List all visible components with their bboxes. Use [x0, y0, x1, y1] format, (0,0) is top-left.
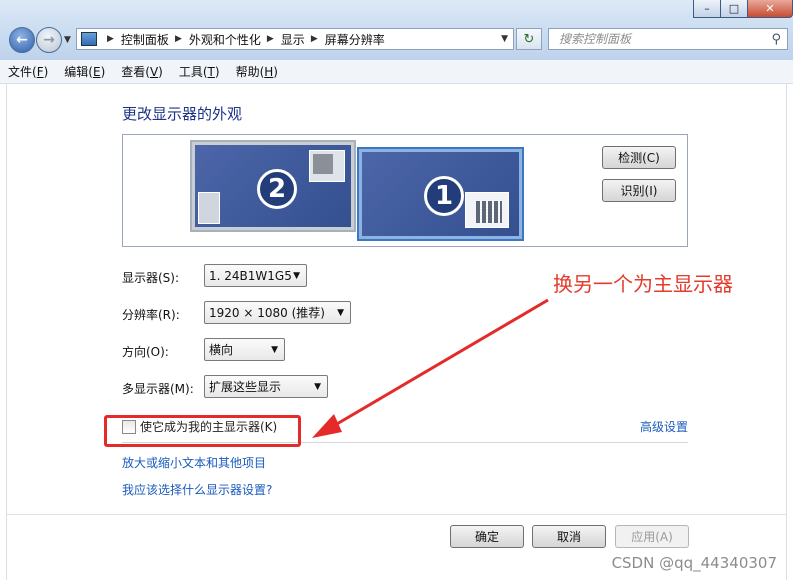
title-bar: – □ ✕ ← → ▼ ▶ 控制面板 ▶ 外观和个性化 ▶ 显示 ▶ 屏幕分辨率…	[0, 0, 793, 60]
resolution-select[interactable]: 1920 × 1080 (推荐) ▼	[204, 301, 351, 324]
advanced-settings-link[interactable]: 高级设置	[640, 418, 688, 435]
monitor-1[interactable]: 1	[357, 147, 524, 241]
primary-display-option[interactable]: 使它成为我的主显示器(K)	[122, 418, 277, 435]
breadcrumb-separator-icon[interactable]: ▶	[175, 34, 182, 44]
monitor-number-1: 1	[424, 176, 464, 216]
primary-display-label[interactable]: 使它成为我的主显示器(K)	[140, 418, 277, 435]
search-input[interactable]	[557, 31, 761, 47]
window-controls: – □ ✕	[693, 0, 793, 20]
breadcrumb-separator-icon: ▶	[107, 34, 114, 44]
multiple-displays-select[interactable]: 扩展这些显示 ▼	[204, 375, 328, 398]
monitor-1-screen: 1	[362, 152, 519, 236]
breadcrumb-separator-icon[interactable]: ▶	[267, 34, 274, 44]
chevron-down-icon: ▼	[293, 270, 300, 281]
monitor-number-2: 2	[257, 169, 297, 209]
address-dropdown-icon[interactable]: ▼	[501, 34, 508, 44]
window-thumbnail-icon	[309, 150, 345, 182]
history-dropdown-icon[interactable]: ▼	[64, 35, 71, 45]
window-thumbnail-icon	[465, 192, 509, 228]
menu-edit[interactable]: 编辑(E)	[56, 63, 113, 80]
content-panel: 更改显示器的外观 2 1 检测(C) 识别(I) 显示器(S): 1. 24B1…	[6, 84, 787, 580]
detect-button[interactable]: 检测(C)	[602, 146, 676, 169]
forward-button[interactable]: →	[36, 27, 62, 53]
address-bar[interactable]: ▶ 控制面板 ▶ 外观和个性化 ▶ 显示 ▶ 屏幕分辨率 ▼	[76, 28, 514, 50]
chevron-down-icon: ▼	[271, 344, 278, 355]
menu-bar: 文件(F) 编辑(E) 查看(V) 工具(T) 帮助(H)	[0, 60, 793, 84]
resolution-label: 分辨率(R):	[122, 308, 180, 322]
breadcrumb-separator-icon[interactable]: ▶	[311, 34, 318, 44]
refresh-button[interactable]: ↻	[516, 28, 542, 50]
close-button[interactable]: ✕	[747, 0, 793, 18]
which-settings-link[interactable]: 我应该选择什么显示器设置?	[122, 481, 272, 498]
breadcrumb-display[interactable]: 显示	[281, 31, 305, 48]
navigation-bar: ← → ▼ ▶ 控制面板 ▶ 外观和个性化 ▶ 显示 ▶ 屏幕分辨率 ▼ ↻ ⚲	[0, 25, 793, 55]
breadcrumb-screen-resolution[interactable]: 屏幕分辨率	[325, 31, 385, 48]
window-thumbnail-icon	[198, 192, 220, 224]
display-select-value: 1. 24B1W1G5	[209, 268, 292, 283]
back-arrow-icon: ←	[16, 32, 28, 48]
monitor-2[interactable]: 2	[190, 140, 356, 232]
display-label: 显示器(S):	[122, 271, 180, 285]
text-size-link[interactable]: 放大或缩小文本和其他项目	[122, 454, 266, 471]
ok-button[interactable]: 确定	[450, 525, 524, 548]
orientation-label: 方向(O):	[122, 345, 169, 359]
footer-divider	[7, 514, 786, 515]
breadcrumb-control-panel[interactable]: 控制面板	[121, 31, 169, 48]
breadcrumb: ▶ 控制面板 ▶ 外观和个性化 ▶ 显示 ▶ 屏幕分辨率	[101, 31, 385, 48]
page-title: 更改显示器的外观	[122, 105, 243, 123]
apply-button[interactable]: 应用(A)	[615, 525, 689, 548]
annotation-text: 换另一个为主显示器	[553, 272, 733, 296]
watermark: CSDN @qq_44340307	[611, 554, 777, 572]
maximize-button[interactable]: □	[720, 0, 748, 18]
cancel-button[interactable]: 取消	[532, 525, 606, 548]
resolution-select-value: 1920 × 1080 (推荐)	[209, 306, 325, 320]
menu-help[interactable]: 帮助(H)	[228, 63, 286, 80]
orientation-select[interactable]: 横向 ▼	[204, 338, 285, 361]
breadcrumb-appearance[interactable]: 外观和个性化	[189, 31, 261, 48]
refresh-icon: ↻	[523, 31, 535, 47]
menu-file[interactable]: 文件(F)	[0, 63, 56, 80]
control-panel-icon	[81, 32, 97, 46]
multiple-displays-select-value: 扩展这些显示	[209, 380, 282, 394]
orientation-select-value: 横向	[209, 343, 234, 357]
divider	[122, 442, 688, 443]
identify-button[interactable]: 识别(I)	[602, 179, 676, 202]
forward-arrow-icon: →	[43, 32, 55, 48]
chevron-down-icon: ▼	[314, 381, 321, 392]
monitor-2-screen: 2	[195, 145, 351, 227]
search-icon[interactable]: ⚲	[771, 32, 781, 47]
multiple-displays-label: 多显示器(M):	[122, 382, 194, 396]
search-box: ⚲	[548, 28, 788, 50]
back-button[interactable]: ←	[9, 27, 35, 53]
primary-display-checkbox[interactable]	[122, 419, 136, 434]
chevron-down-icon: ▼	[337, 307, 344, 318]
display-select[interactable]: 1. 24B1W1G5 ▼	[204, 264, 307, 287]
grid-icon	[476, 201, 502, 223]
minimize-button[interactable]: –	[693, 0, 721, 18]
menu-view[interactable]: 查看(V)	[113, 63, 171, 80]
menu-tools[interactable]: 工具(T)	[171, 63, 228, 80]
